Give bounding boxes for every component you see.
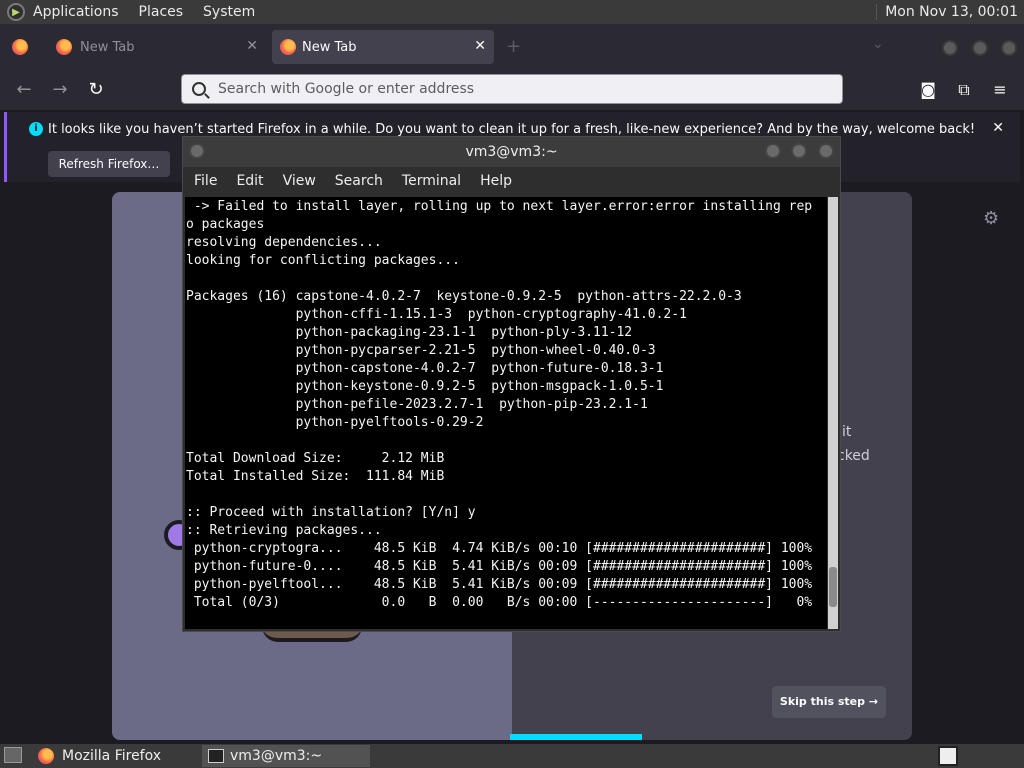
close-icon[interactable]: ✕ bbox=[474, 38, 486, 54]
list-tabs-chevron-icon[interactable]: ⌄ bbox=[872, 36, 884, 52]
taskbar-item-terminal[interactable]: vm3@vm3:~ bbox=[202, 745, 370, 767]
firefox-nav-bar: ← → ↻ Search with Google or enter addres… bbox=[0, 70, 1024, 110]
terminal-menu-view[interactable]: View bbox=[283, 173, 316, 189]
tab-label: New Tab bbox=[80, 39, 135, 55]
pocket-icon[interactable]: ◙ bbox=[916, 78, 940, 102]
onboarding-text-fragment: it bbox=[842, 424, 852, 440]
extensions-icon[interactable]: ⧉ bbox=[952, 78, 976, 102]
gear-icon[interactable]: ⚙ bbox=[983, 208, 999, 229]
terminal-close-button[interactable] bbox=[818, 143, 834, 159]
notification-message: It looks like you haven’t started Firefo… bbox=[48, 122, 976, 137]
terminal-maximize-button[interactable] bbox=[791, 143, 807, 159]
onboarding-text-fragment: cked bbox=[837, 448, 870, 464]
scrollbar-thumb[interactable] bbox=[829, 567, 837, 607]
maximize-button[interactable] bbox=[972, 40, 988, 56]
close-window-button[interactable] bbox=[1001, 40, 1017, 56]
search-icon bbox=[192, 82, 206, 96]
firefox-view-icon[interactable] bbox=[12, 39, 28, 55]
reload-icon[interactable]: ↻ bbox=[84, 78, 108, 102]
url-bar-placeholder: Search with Google or enter address bbox=[218, 81, 475, 97]
taskbar: Mozilla Firefox vm3@vm3:~ bbox=[0, 744, 1024, 768]
terminal-scrollbar[interactable] bbox=[828, 197, 838, 629]
firefox-icon bbox=[38, 748, 54, 764]
hamburger-menu-icon[interactable]: ≡ bbox=[988, 78, 1012, 102]
os-logo-icon[interactable]: ▶ bbox=[7, 3, 25, 21]
top-panel: ▶ Applications Places System Mon Nov 13,… bbox=[0, 0, 1024, 24]
firefox-tab-strip: New Tab ✕ New Tab ✕ + ⌄ bbox=[0, 24, 1024, 70]
skip-step-button[interactable]: Skip this step → bbox=[772, 686, 886, 718]
terminal-menu-terminal[interactable]: Terminal bbox=[402, 173, 461, 189]
terminal-title-bar[interactable]: vm3@vm3:~ bbox=[183, 137, 840, 167]
terminal-menu-edit[interactable]: Edit bbox=[236, 173, 263, 189]
back-arrow-icon[interactable]: ← bbox=[12, 78, 36, 102]
close-icon[interactable]: ✕ bbox=[246, 38, 258, 54]
show-desktop-icon[interactable] bbox=[4, 747, 22, 763]
terminal-menu-search[interactable]: Search bbox=[335, 173, 383, 189]
taskbar-item-label: Mozilla Firefox bbox=[62, 748, 162, 764]
terminal-menu-help[interactable]: Help bbox=[480, 173, 512, 189]
forward-arrow-icon[interactable]: → bbox=[48, 78, 72, 102]
firefox-tab-icon bbox=[56, 39, 72, 55]
tab-new-tab-1[interactable]: New Tab ✕ bbox=[52, 30, 266, 64]
terminal-menu-file[interactable]: File bbox=[194, 173, 217, 189]
terminal-icon bbox=[208, 749, 224, 763]
terminal-menu-bar: File Edit View Search Terminal Help bbox=[183, 167, 840, 195]
new-tab-plus-icon[interactable]: + bbox=[506, 36, 521, 57]
terminal-menu-button[interactable] bbox=[189, 143, 205, 159]
terminal-minimize-button[interactable] bbox=[765, 143, 781, 159]
tab-new-tab-2[interactable]: New Tab ✕ bbox=[272, 30, 494, 64]
menu-system[interactable]: System bbox=[203, 4, 255, 20]
onboarding-progress-indicator bbox=[510, 734, 642, 740]
clock[interactable]: Mon Nov 13, 00:01 bbox=[876, 4, 1018, 20]
tab-label: New Tab bbox=[302, 39, 357, 55]
taskbar-item-firefox[interactable]: Mozilla Firefox bbox=[32, 745, 198, 767]
workspace-switcher-icon[interactable] bbox=[938, 746, 958, 766]
minimize-button[interactable] bbox=[942, 40, 958, 56]
taskbar-item-label: vm3@vm3:~ bbox=[230, 748, 323, 764]
terminal-output[interactable]: -> Failed to install layer, rolling up t… bbox=[185, 197, 827, 629]
terminal-window[interactable]: vm3@vm3:~ File Edit View Search Terminal… bbox=[182, 136, 841, 632]
terminal-title: vm3@vm3:~ bbox=[465, 144, 558, 160]
refresh-firefox-button[interactable]: Refresh Firefox… bbox=[48, 151, 170, 177]
menu-applications[interactable]: Applications bbox=[33, 4, 119, 20]
url-bar[interactable]: Search with Google or enter address bbox=[181, 74, 843, 104]
firefox-tab-icon bbox=[280, 39, 296, 55]
menu-places[interactable]: Places bbox=[139, 4, 184, 20]
info-icon: i bbox=[29, 122, 43, 136]
close-icon[interactable]: ✕ bbox=[992, 120, 1004, 136]
